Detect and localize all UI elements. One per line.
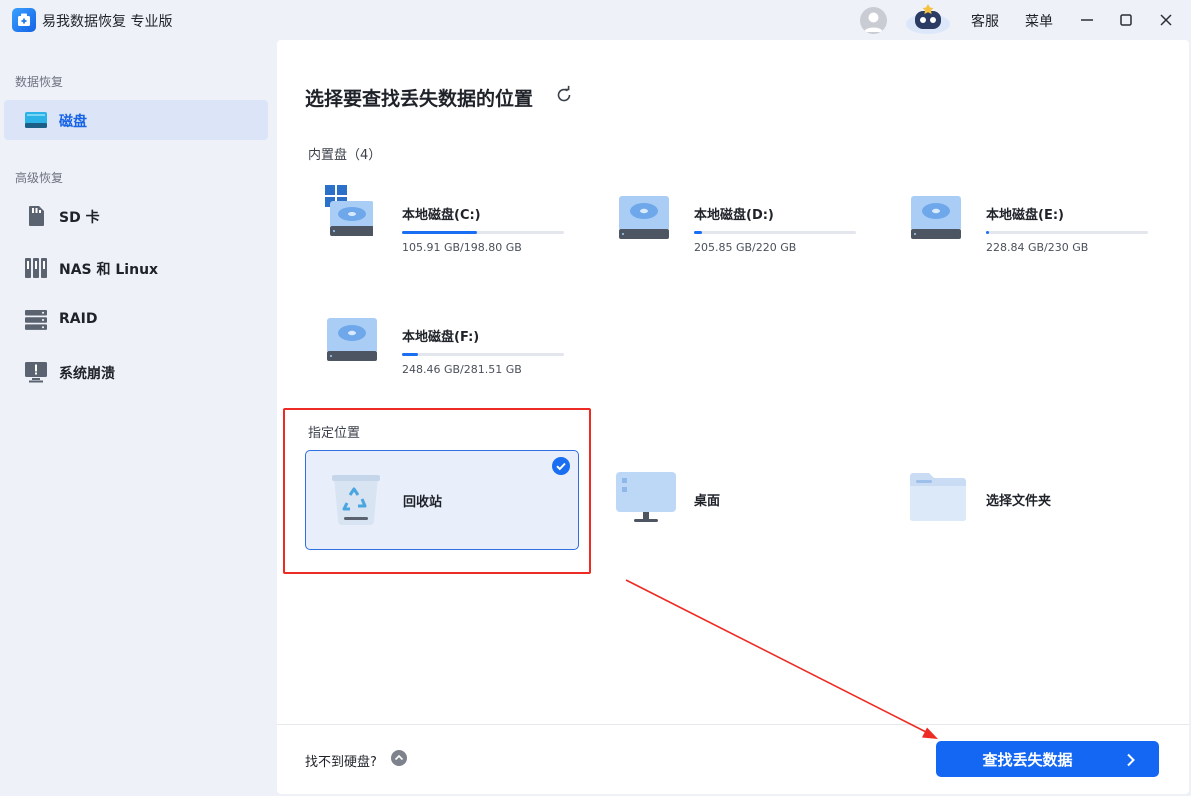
recycle-bin-icon [328, 469, 386, 527]
sidebar-item-nas[interactable]: NAS 和 Linux [4, 248, 268, 288]
location-recycle-bin[interactable]: 回收站 [305, 450, 579, 550]
drive-size: 105.91 GB/198.80 GB [402, 241, 522, 254]
main-panel: 选择要查找丢失数据的位置 内置盘（4） 本地磁盘(C:) 105.91 GB/1… [277, 40, 1189, 794]
assistant-robot-icon[interactable] [904, 2, 952, 36]
desktop-icon [616, 468, 677, 526]
drive-d[interactable]: 本地磁盘(D:) 205.85 GB/220 GB [597, 186, 867, 276]
refresh-icon[interactable] [554, 85, 574, 105]
folder-icon [910, 468, 969, 526]
drive-c[interactable]: 本地磁盘(C:) 105.91 GB/198.80 GB [305, 185, 575, 276]
sidebar-item-system-crash[interactable]: 系统崩溃 [4, 352, 268, 392]
drive-size: 205.85 GB/220 GB [694, 241, 797, 254]
maximize-icon[interactable] [1114, 8, 1138, 32]
app-logo-icon [12, 8, 36, 32]
sidebar-item-label: NAS 和 Linux [59, 262, 159, 278]
location-desktop[interactable]: 桌面 [597, 450, 869, 548]
location-name: 桌面 [694, 494, 721, 509]
chevron-up-icon[interactable] [391, 750, 407, 766]
drive-f[interactable]: 本地磁盘(F:) 248.46 GB/281.51 GB [305, 308, 575, 398]
windows-system-drive-icon [325, 185, 379, 243]
drive-name: 本地磁盘(E:) [986, 208, 1064, 223]
chevron-right-icon [1125, 752, 1137, 771]
hard-drive-icon [909, 191, 963, 243]
drive-usage-fill [694, 231, 703, 234]
drive-name: 本地磁盘(C:) [402, 208, 481, 223]
drive-size: 248.46 GB/281.51 GB [402, 363, 522, 376]
sidebar-item-sd-card[interactable]: SD 卡 [4, 196, 268, 236]
drive-usage-bar [402, 231, 564, 234]
raid-icon [24, 309, 48, 331]
location-name: 回收站 [403, 495, 443, 510]
sd-card-icon [24, 205, 48, 227]
drive-usage-bar [694, 231, 856, 234]
page-title: 选择要查找丢失数据的位置 [305, 88, 534, 110]
drive-usage-bar [402, 353, 564, 356]
drive-usage-bar [986, 231, 1148, 234]
sidebar-section-advanced: 高级恢复 [15, 171, 64, 185]
minimize-icon[interactable] [1075, 8, 1099, 32]
cant-find-drive-link[interactable]: 找不到硬盘? [305, 751, 377, 770]
close-icon[interactable] [1154, 8, 1178, 32]
sidebar-section-data-recovery: 数据恢复 [15, 75, 64, 89]
internal-drives-label: 内置盘（4） [308, 148, 382, 163]
drive-size: 228.84 GB/230 GB [986, 241, 1089, 254]
app-title: 易我数据恢复 专业版 [42, 14, 173, 30]
location-name: 选择文件夹 [986, 494, 1052, 509]
sidebar-item-label: RAID [59, 311, 98, 327]
sidebar-item-label: 磁盘 [59, 114, 87, 130]
drive-usage-fill [986, 231, 990, 234]
footer-divider [277, 724, 1189, 725]
scan-button-label: 查找丢失数据 [982, 751, 1073, 769]
location-select-folder[interactable]: 选择文件夹 [889, 450, 1161, 548]
sidebar: 数据恢复 磁盘 高级恢复 SD 卡 NAS 和 Linux RAID 系统崩溃 [0, 40, 276, 796]
sidebar-item-disk[interactable]: 磁盘 [4, 100, 268, 140]
disk-icon [24, 109, 48, 131]
nas-icon [24, 257, 48, 279]
customer-support-link[interactable]: 客服 [971, 11, 999, 31]
checkmark-icon [552, 457, 570, 475]
drive-e[interactable]: 本地磁盘(E:) 228.84 GB/230 GB [889, 186, 1159, 276]
user-avatar-icon[interactable] [860, 7, 887, 34]
sidebar-item-raid[interactable]: RAID [4, 300, 268, 340]
scan-lost-data-button[interactable]: 查找丢失数据 [936, 741, 1159, 777]
specified-location-label: 指定位置 [308, 426, 361, 441]
hard-drive-icon [325, 313, 379, 365]
drive-usage-fill [402, 231, 477, 234]
sidebar-item-label: 系统崩溃 [59, 366, 115, 382]
drive-usage-fill [402, 353, 419, 356]
drive-name: 本地磁盘(D:) [694, 208, 774, 223]
drive-name: 本地磁盘(F:) [402, 330, 480, 345]
title-bar: 易我数据恢复 专业版 客服 菜单 [0, 0, 1191, 40]
sidebar-item-label: SD 卡 [59, 210, 100, 226]
menu-link[interactable]: 菜单 [1025, 11, 1053, 31]
system-crash-icon [24, 361, 48, 383]
hard-drive-icon [617, 191, 671, 243]
